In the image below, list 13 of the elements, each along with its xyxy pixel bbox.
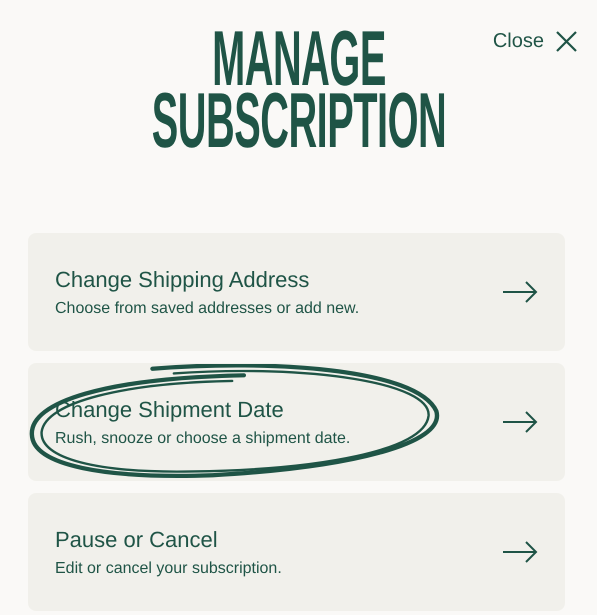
arrow-icon — [502, 281, 538, 303]
option-description: Choose from saved addresses or add new. — [55, 300, 360, 318]
option-description: Edit or cancel your subscription. — [55, 560, 283, 578]
option-title: Pause or Cancel — [55, 526, 219, 552]
arrow-icon — [502, 541, 538, 563]
option-description: Rush, snooze or choose a shipment date. — [55, 430, 352, 448]
option-card[interactable]: Change Shipping Address Choose from saved addresses or add new. — [28, 233, 565, 351]
close-button[interactable]: Close — [492, 30, 577, 53]
page-title: MANAGE SUBSCRIPTION — [150, 27, 447, 151]
option-title: Change Shipping Address — [55, 266, 310, 292]
close-icon — [556, 31, 577, 52]
option-card[interactable]: Pause or Cancel Edit or cancel your subscription. — [28, 493, 565, 611]
arrow-icon — [502, 411, 538, 433]
